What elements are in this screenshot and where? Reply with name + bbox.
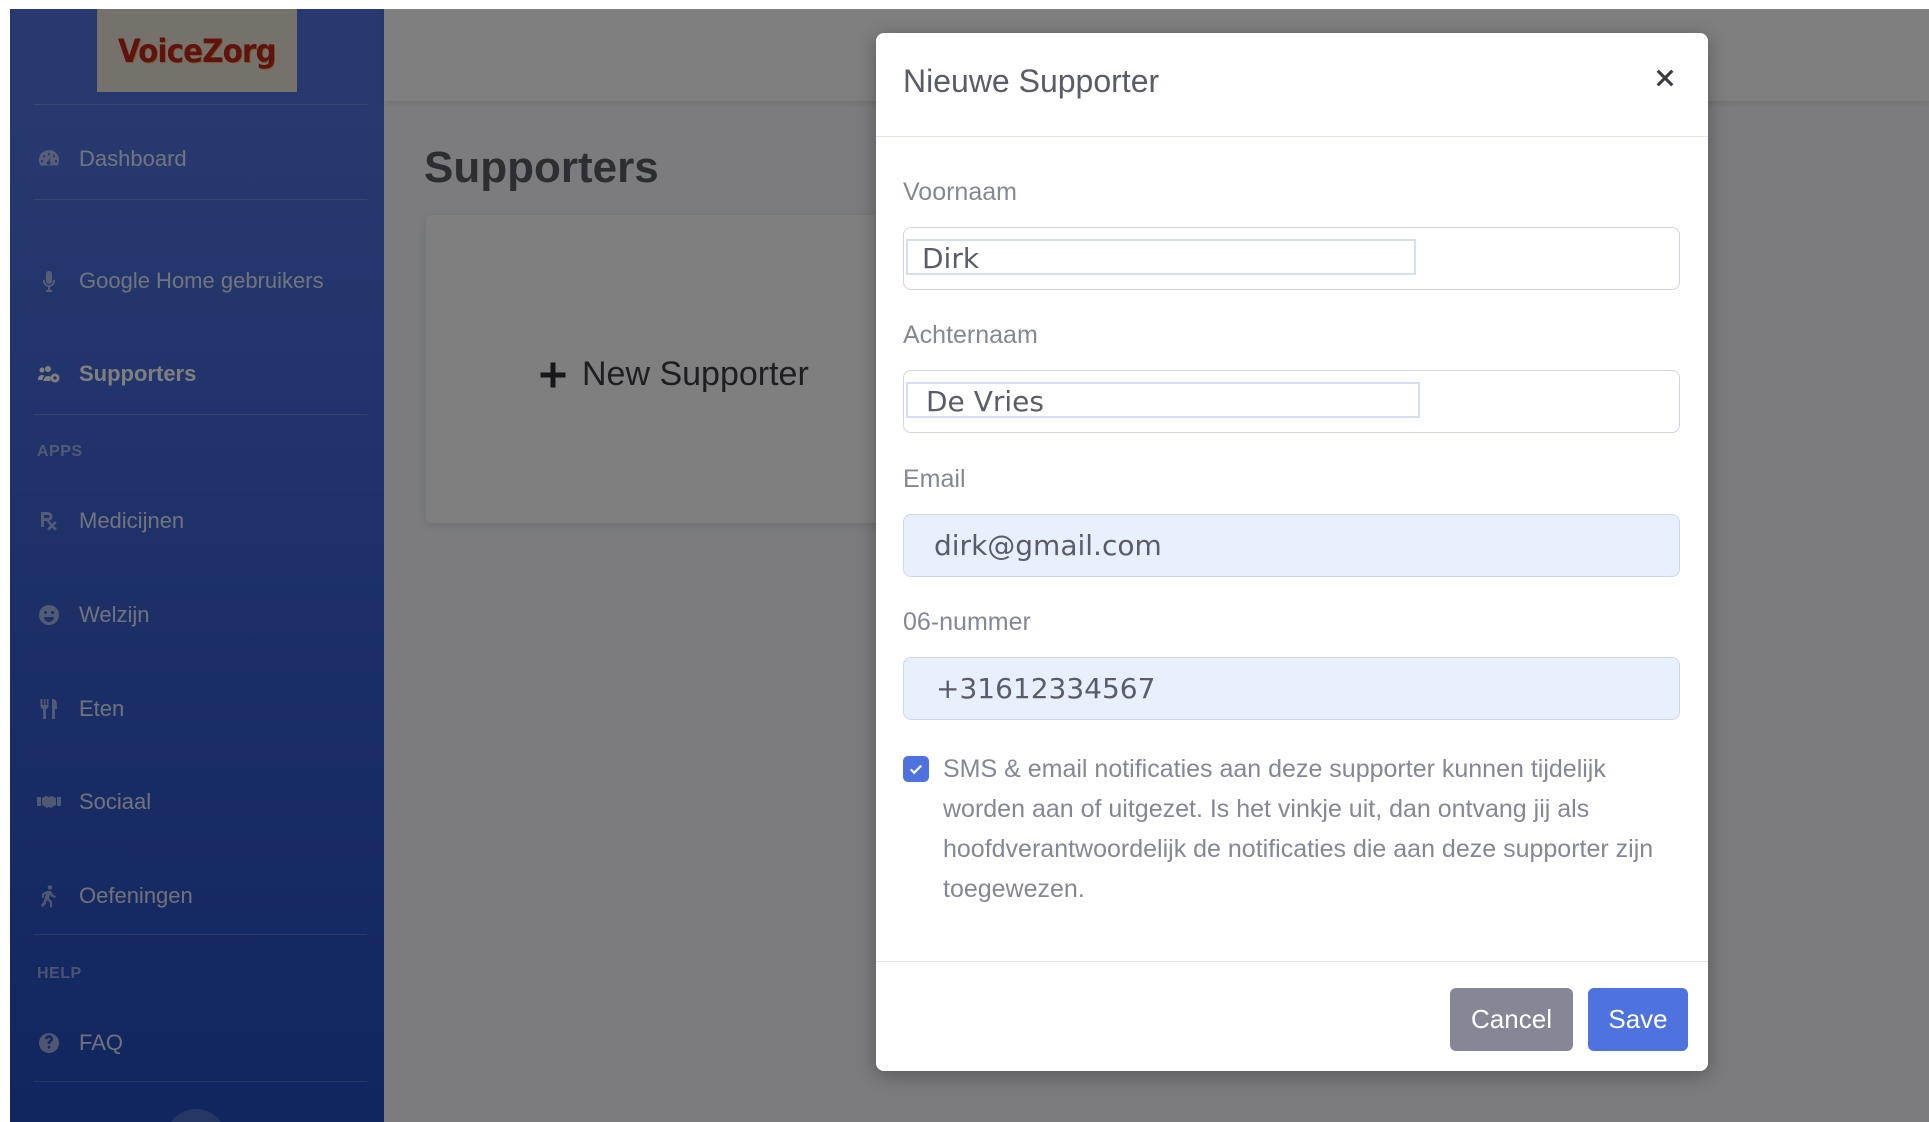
new-supporter-modal: Nieuwe Supporter Voornaam Dirk Achternaa… <box>876 33 1708 1071</box>
cancel-button[interactable]: Cancel <box>1450 988 1573 1051</box>
achternaam-value: De Vries <box>926 385 1044 418</box>
modal-header: Nieuwe Supporter <box>876 33 1708 137</box>
modal-footer: Cancel Save <box>876 961 1708 1071</box>
check-icon <box>909 764 923 775</box>
voornaam-field[interactable]: Dirk <box>903 227 1680 290</box>
email-value: dirk@gmail.com <box>934 529 1162 562</box>
phone-label: 06-nummer <box>903 608 1031 636</box>
save-button[interactable]: Save <box>1588 988 1688 1051</box>
phone-field[interactable]: +31612334567 <box>903 657 1680 720</box>
close-icon <box>1656 69 1674 87</box>
notifications-description: SMS & email notificaties aan deze suppor… <box>943 755 1654 903</box>
modal-title: Nieuwe Supporter <box>903 63 1160 99</box>
achternaam-label: Achternaam <box>903 321 1038 349</box>
voornaam-value: Dirk <box>922 242 980 275</box>
autofill-highlight <box>906 239 1416 275</box>
phone-value: +31612334567 <box>936 672 1156 705</box>
achternaam-field[interactable]: De Vries <box>903 370 1680 433</box>
notifications-checkbox[interactable] <box>903 756 929 782</box>
app-window: VoiceZorg Dashboard Google Home gebruike… <box>10 9 1929 1122</box>
email-label: Email <box>903 465 966 493</box>
email-field[interactable]: dirk@gmail.com <box>903 514 1680 577</box>
close-button[interactable] <box>1650 63 1680 93</box>
voornaam-label: Voornaam <box>903 178 1017 206</box>
